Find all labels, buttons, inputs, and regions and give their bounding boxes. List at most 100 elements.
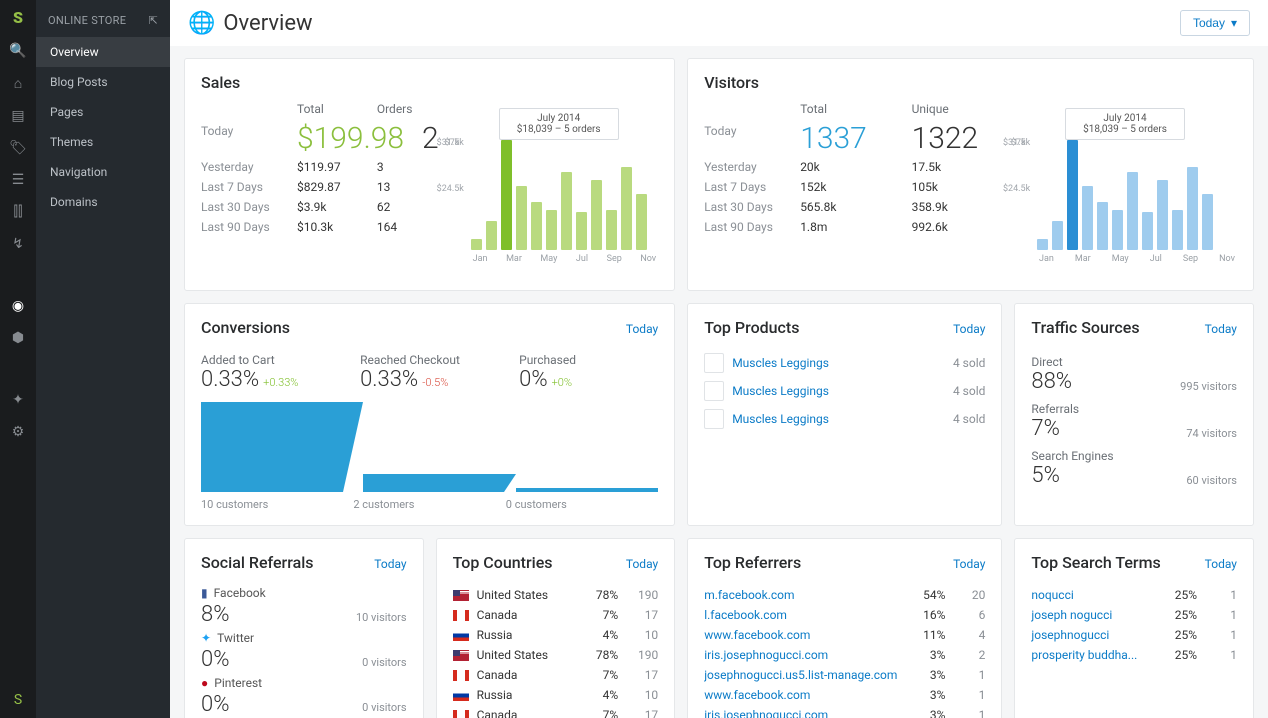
country-name: United States — [477, 588, 571, 602]
countries-title: Top Countries — [453, 553, 553, 572]
sidebar-item-overview[interactable]: Overview — [36, 37, 170, 67]
referrer-link[interactable]: l.facebook.com — [704, 608, 897, 622]
social-network-name: Twitter — [217, 631, 254, 645]
reports-icon[interactable]: ⫿⫿ — [14, 204, 23, 220]
chart-bar[interactable] — [1187, 167, 1198, 250]
tag-icon[interactable]: 🏷 — [9, 140, 27, 156]
topbar: 🌐 Overview Today ▾ — [170, 0, 1268, 46]
apps-icon[interactable]: ✦ — [12, 392, 24, 408]
referrer-link[interactable]: josephnogucci.us5.list-manage.com — [704, 668, 897, 682]
traffic-visits: 995 visitors — [1180, 380, 1237, 393]
product-item: Muscles Leggings4 sold — [704, 409, 985, 429]
traffic-row: Search Engines5%60 visitors — [1031, 449, 1237, 488]
shopify-logo-icon[interactable]: S — [13, 8, 23, 27]
chart-bar[interactable] — [591, 180, 602, 250]
search-term-link[interactable]: noqucci — [1031, 588, 1149, 602]
referrer-link[interactable]: www.facebook.com — [704, 688, 897, 702]
referrers-period-link[interactable]: Today — [953, 557, 985, 571]
page-title: 🌐 Overview — [188, 11, 313, 36]
chart-bar[interactable] — [1082, 186, 1093, 250]
sidebar-item-navigation[interactable]: Navigation — [36, 157, 170, 187]
period-button[interactable]: Today ▾ — [1180, 10, 1250, 36]
chart-bar[interactable] — [516, 186, 527, 250]
chart-bar[interactable] — [621, 167, 632, 250]
chart-bar[interactable] — [1112, 210, 1123, 250]
chart-bar[interactable] — [561, 172, 572, 250]
top-products-period-link[interactable]: Today — [953, 322, 985, 336]
search-terms-period-link[interactable]: Today — [1205, 557, 1237, 571]
traffic-period-link[interactable]: Today — [1205, 322, 1237, 336]
footer-logo-icon[interactable]: S — [14, 692, 22, 708]
referrer-link[interactable]: iris.josephnogucci.com — [704, 648, 897, 662]
conversion-label: Purchased — [519, 353, 658, 367]
chart-xlabel: May — [540, 254, 557, 264]
country-count: 17 — [626, 668, 658, 682]
stat-value: 20k — [800, 160, 893, 174]
chart-bar[interactable] — [531, 202, 542, 250]
product-link[interactable]: Muscles Leggings — [732, 384, 945, 398]
search-icon[interactable]: 🔍 — [9, 43, 26, 59]
settings-icon[interactable]: ⚙ — [12, 424, 25, 440]
referrer-pct: 3% — [905, 708, 945, 718]
referrer-link[interactable]: iris.josephnogucci.com — [704, 708, 897, 718]
chart-bar[interactable] — [1037, 239, 1048, 250]
product-thumb — [704, 381, 724, 401]
chart-bar[interactable] — [471, 239, 482, 250]
chevron-down-icon: ▾ — [1231, 16, 1237, 30]
conversion-label: Added to Cart — [201, 353, 340, 367]
pos-icon[interactable]: ⬢ — [12, 330, 24, 346]
external-link-icon[interactable]: ⇱ — [148, 14, 158, 27]
stat-value: 992.6k — [912, 220, 1005, 234]
referrer-link[interactable]: www.facebook.com — [704, 628, 897, 642]
chart-bar[interactable] — [546, 210, 557, 250]
stat-value: 17.5k — [912, 160, 1005, 174]
stat-label: Last 90 Days — [201, 220, 279, 234]
referrer-row: iris.josephnogucci.com3%2 — [704, 648, 985, 662]
conversions-period-link[interactable]: Today — [626, 322, 658, 336]
referrer-pct: 3% — [905, 648, 945, 662]
countries-period-link[interactable]: Today — [626, 557, 658, 571]
sidebar-item-pages[interactable]: Pages — [36, 97, 170, 127]
social-period-link[interactable]: Today — [374, 557, 406, 571]
sidebar-item-themes[interactable]: Themes — [36, 127, 170, 157]
visitors-col-total: Total — [800, 102, 893, 116]
customers-icon[interactable]: ☰ — [12, 172, 25, 188]
discounts-icon[interactable]: ↯ — [12, 236, 24, 252]
chart-bar[interactable] — [486, 221, 497, 251]
country-name: United States — [477, 648, 571, 662]
chart-xlabel: Sep — [607, 254, 622, 264]
product-link[interactable]: Muscles Leggings — [732, 356, 945, 370]
product-link[interactable]: Muscles Leggings — [732, 412, 945, 426]
catalog-icon[interactable]: ▤ — [11, 108, 24, 124]
product-thumb — [704, 353, 724, 373]
conversion-metric: Added to Cart0.33%+0.33% — [201, 353, 340, 392]
chart-bar[interactable] — [1097, 202, 1108, 250]
chart-bar[interactable] — [1067, 140, 1078, 250]
conversion-value: 0.33%-0.5% — [360, 367, 499, 392]
referrer-link[interactable]: m.facebook.com — [704, 588, 897, 602]
chart-bar[interactable] — [1052, 221, 1063, 251]
chart-xlabel: Sep — [1183, 254, 1198, 264]
search-term-link[interactable]: prosperity buddha... — [1031, 648, 1149, 662]
chart-bar[interactable] — [1142, 212, 1153, 250]
referrer-pct: 11% — [905, 628, 945, 642]
chart-bar[interactable] — [501, 140, 512, 250]
chart-bar[interactable] — [1202, 194, 1213, 250]
search-term-count: 1 — [1205, 588, 1237, 602]
stat-value: 3 — [377, 160, 439, 174]
search-term-link[interactable]: josephnogucci — [1031, 628, 1149, 642]
home-icon[interactable]: ⌂ — [14, 75, 22, 92]
chart-bar[interactable] — [636, 194, 647, 250]
online-store-icon[interactable]: ◉ — [12, 298, 24, 314]
social-row: ✦Twitter0%0 visitors — [201, 631, 407, 672]
chart-bar[interactable] — [1172, 210, 1183, 250]
sidebar-item-blog-posts[interactable]: Blog Posts — [36, 67, 170, 97]
chart-bar[interactable] — [1157, 180, 1168, 250]
chart-bar[interactable] — [576, 212, 587, 250]
product-thumb — [704, 409, 724, 429]
chart-bar[interactable] — [1127, 172, 1138, 250]
search-term-link[interactable]: joseph nogucci — [1031, 608, 1149, 622]
sidebar-item-domains[interactable]: Domains — [36, 187, 170, 217]
chart-bar[interactable] — [606, 210, 617, 250]
country-row: United States78%190 — [453, 588, 659, 602]
